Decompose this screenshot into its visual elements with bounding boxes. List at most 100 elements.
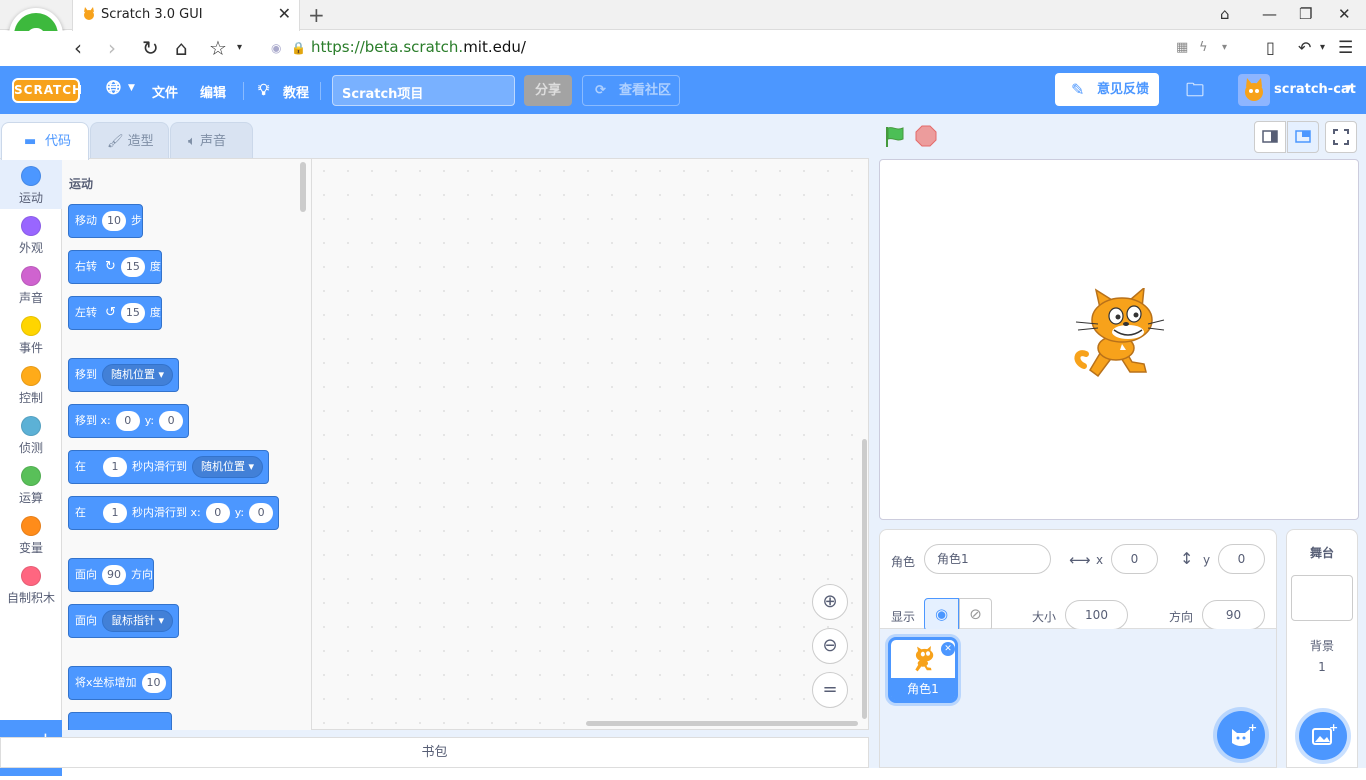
category-events[interactable]: 事件 [0,309,62,359]
delete-sprite-icon[interactable]: ✕ [941,642,955,656]
backpack[interactable]: 书包 [0,737,869,768]
tab-code[interactable]: ▬ 代码 [1,122,89,160]
palette-scrollbar[interactable] [300,162,306,212]
undo-icon[interactable]: ↶ [1298,36,1311,60]
my-stuff-folder-icon[interactable]: 🗀 [1186,78,1204,108]
direction-input[interactable]: 90 [1202,600,1265,630]
add-sprite-button[interactable]: + [1217,711,1265,759]
home-icon[interactable]: ⌂ [175,36,188,60]
zoom-reset-button[interactable]: = [812,672,848,708]
qr-code-icon[interactable]: ▦ [1176,36,1188,60]
block-number-input[interactable]: 10 [102,211,126,231]
file-menu[interactable]: 文件 [152,82,178,101]
minimize-icon[interactable]: — [1262,5,1277,23]
bookmark-dropdown-icon[interactable]: ▾ [237,36,242,60]
stage-thumbnail[interactable] [1291,575,1353,621]
skin-icon[interactable]: ⌂ [1220,5,1230,23]
category-looks[interactable]: 外观 [0,209,62,259]
zoom-in-button[interactable]: ⊕ [812,584,848,620]
add-backdrop-button[interactable]: + [1299,712,1347,760]
block-turn-left[interactable]: 左转 ↺ 15 度 [68,296,162,330]
sprite-thumbnail[interactable]: ✕ 角色1 [888,637,958,703]
block-number-input[interactable]: 90 [102,565,126,585]
block-number-input[interactable]: 10 [141,673,166,693]
site-info-icon[interactable]: ◉ [271,36,281,60]
category-motion[interactable]: 运动 [0,159,62,209]
block-number-input[interactable]: 15 [120,257,145,277]
tablet-icon[interactable]: ▯ [1266,36,1275,60]
sprite-name-input[interactable]: 角色1 [924,544,1051,574]
bookmark-star-icon[interactable]: ☆ [209,36,227,60]
tutorials-menu[interactable]: 教程 [283,82,309,101]
language-dropdown-icon[interactable]: ▼ [128,83,135,93]
block-point-towards[interactable]: 面向 鼠标指针 ▾ [68,604,180,638]
zoom-out-button[interactable]: ⊖ [812,628,848,664]
size-input[interactable]: 100 [1065,600,1128,630]
category-operators[interactable]: 运算 [0,459,62,509]
close-window-icon[interactable]: ✕ [1338,5,1351,23]
scratch-logo[interactable]: SCRATCH [12,78,82,103]
workspace-vertical-scrollbar[interactable] [862,439,867,719]
large-stage-button[interactable] [1287,121,1319,153]
new-tab-icon[interactable]: + [308,3,325,27]
block-point-direction[interactable]: 面向 90 方向 [68,558,154,592]
block-dropdown[interactable]: 随机位置 ▾ [102,364,174,386]
block-glide-to[interactable]: 在 1 秒内滑行到 随机位置 ▾ [68,450,270,484]
category-sound[interactable]: 声音 [0,259,62,309]
tab-costumes[interactable]: 🖌︎ 造型 [90,122,169,160]
address-bar[interactable]: https://beta.scratch.mit.edu/ [311,38,526,56]
block-dropdown[interactable]: 随机位置 ▾ [192,456,264,478]
see-community-button[interactable]: ⟳ 查看社区 [582,75,680,106]
block-glide-xy[interactable]: 在 1 秒内滑行到 x: 0 y: 0 [68,496,280,530]
feedback-button[interactable]: ✎ 意见反馈 [1055,73,1159,106]
green-flag-icon[interactable] [883,125,907,149]
block-move-steps[interactable]: 移动 10 步 [68,204,143,238]
block-number-input[interactable]: 15 [120,303,145,323]
fullscreen-button[interactable] [1325,121,1357,153]
close-tab-icon[interactable]: ✕ [278,4,291,23]
stop-icon[interactable] [915,125,937,147]
stage-canvas[interactable] [879,159,1359,520]
account-dropdown-icon[interactable]: ▼ [1345,84,1352,94]
project-title-input[interactable]: Scratch项目 [332,75,515,106]
show-sprite-button[interactable]: ◉ [924,598,959,631]
category-variables[interactable]: 变量 [0,509,62,559]
category-my-blocks[interactable]: 自制积木 [0,559,62,609]
block-number-input[interactable]: 1 [103,457,127,477]
x-position-input[interactable]: 0 [1111,544,1158,574]
block-number-input[interactable]: 0 [249,503,274,523]
block-dropdown[interactable]: 鼠标指针 ▾ [102,610,174,632]
workspace-horizontal-scrollbar[interactable] [586,721,858,726]
small-stage-button[interactable] [1254,121,1286,153]
url-dropdown-icon[interactable]: ▾ [1222,36,1227,60]
avatar[interactable] [1238,74,1270,106]
block-number-input[interactable]: 0 [115,411,140,431]
block-set-x-partial[interactable] [68,712,172,730]
block-goto[interactable]: 移到 随机位置 ▾ [68,358,180,392]
block-turn-right[interactable]: 右转 ↻ 15 度 [68,250,162,284]
y-position-input[interactable]: 0 [1218,544,1265,574]
category-control[interactable]: 控制 [0,359,62,409]
reload-icon[interactable]: ↻ [142,36,159,60]
block-number-input[interactable]: 1 [103,503,127,523]
scratch-cat-sprite[interactable] [1072,288,1168,392]
undo-dropdown-icon[interactable]: ▾ [1320,36,1325,60]
menu-icon[interactable]: ☰ [1338,36,1353,60]
back-icon[interactable]: ‹ [74,36,82,60]
username[interactable]: scratch-cat [1274,82,1356,97]
tab-sounds[interactable]: 🔈︎ 声音 [170,122,253,160]
block-number-input[interactable]: 0 [159,411,184,431]
category-sensing[interactable]: 侦测 [0,409,62,459]
restore-icon[interactable]: ❐ [1299,5,1312,23]
edit-menu[interactable]: 编辑 [200,82,226,101]
stage-selector[interactable]: 舞台 背景 1 + [1286,529,1358,768]
block-number-input[interactable]: 0 [205,503,230,523]
script-workspace[interactable] [311,158,869,730]
forward-icon[interactable]: › [108,36,116,60]
share-button[interactable]: 分享 [524,75,572,106]
browser-tab[interactable]: Scratch 3.0 GUI ✕ [72,0,300,31]
hide-sprite-button[interactable]: ⊘ [959,598,992,631]
block-change-x[interactable]: 将x坐标增加 10 [68,666,172,700]
language-globe-icon[interactable]: 🌐︎ [106,77,121,99]
block-goto-xy[interactable]: 移到 x: 0 y: 0 [68,404,190,438]
